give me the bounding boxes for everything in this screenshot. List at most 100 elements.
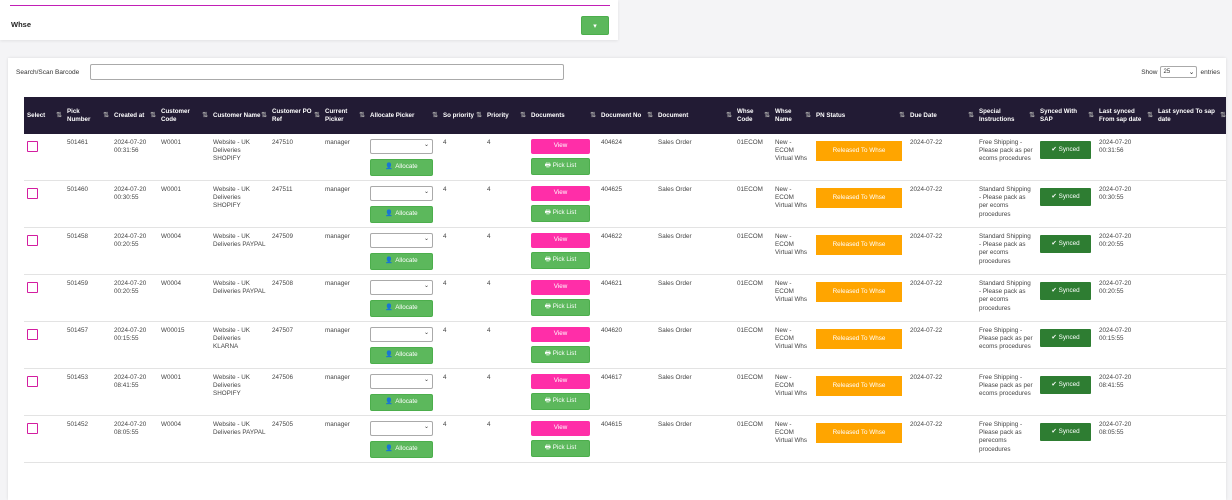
view-button[interactable]: View — [531, 233, 590, 248]
column-header[interactable]: Customer PO Ref ⇅ — [269, 97, 322, 134]
column-header[interactable]: Special Instructions ⇅ — [976, 97, 1037, 134]
column-header[interactable]: Select ⇅ — [24, 97, 64, 134]
column-header[interactable]: Pick Number ⇅ — [64, 97, 111, 134]
search-barcode-input[interactable] — [90, 64, 564, 80]
column-header[interactable]: PN Status ⇅ — [813, 97, 907, 134]
sort-icon[interactable]: ⇅ — [314, 111, 320, 119]
sort-icon[interactable]: ⇅ — [1029, 111, 1035, 119]
row-select-checkbox[interactable] — [27, 329, 38, 340]
view-button[interactable]: View — [531, 374, 590, 389]
view-button[interactable]: View — [531, 186, 590, 201]
column-header[interactable]: Last synced From sap date ⇅ — [1096, 97, 1155, 134]
customer-code-cell: W00015 — [158, 322, 210, 369]
pick-list-button[interactable]: 🖶 Pick List — [531, 393, 590, 410]
allocate-picker-select[interactable]: ⌄ — [370, 327, 433, 342]
column-header[interactable]: Priority ⇅ — [484, 97, 528, 134]
allocate-button[interactable]: 👤 Allocate — [370, 206, 433, 223]
allocate-picker-select[interactable]: ⌄ — [370, 186, 433, 201]
table-body: 501461 2024-07-20 00:31:56 W0001 Website… — [24, 134, 1226, 463]
view-label: View — [553, 283, 568, 291]
column-header[interactable]: Synced With SAP ⇅ — [1037, 97, 1096, 134]
row-select-checkbox[interactable] — [27, 376, 38, 387]
pick-list-button[interactable]: 🖶 Pick List — [531, 205, 590, 222]
po-ref-cell: 247506 — [269, 369, 322, 416]
sort-icon[interactable]: ⇅ — [150, 111, 156, 119]
chevron-down-icon: ⌄ — [423, 142, 429, 148]
column-header[interactable]: Whse Code ⇅ — [734, 97, 772, 134]
column-header[interactable]: Created at ⇅ — [111, 97, 158, 134]
pick-list-button[interactable]: 🖶 Pick List — [531, 346, 590, 363]
view-button[interactable]: View — [531, 139, 590, 154]
current-picker: manager — [325, 233, 350, 240]
allocate-picker-select[interactable]: ⌄ — [370, 374, 433, 389]
sort-icon[interactable]: ⇅ — [432, 111, 438, 119]
column-header[interactable]: Document ⇅ — [655, 97, 734, 134]
allocate-button[interactable]: 👤 Allocate — [370, 441, 433, 458]
allocate-button[interactable]: 👤 Allocate — [370, 394, 433, 411]
column-header-label: Special Instructions — [979, 108, 1015, 123]
sort-icon[interactable]: ⇅ — [520, 111, 526, 119]
view-button[interactable]: View — [531, 327, 590, 342]
sort-icon[interactable]: ⇅ — [56, 111, 62, 119]
sort-icon[interactable]: ⇅ — [590, 111, 596, 119]
column-header[interactable]: Due Date ⇅ — [907, 97, 976, 134]
allocate-picker-select[interactable]: ⌄ — [370, 233, 433, 248]
allocate-picker-select[interactable]: ⌄ — [370, 280, 433, 295]
table-row: 501458 2024-07-20 00:20:55 W0004 Website… — [24, 228, 1226, 275]
row-select-checkbox[interactable] — [27, 423, 38, 434]
select-cell — [24, 416, 64, 463]
sort-icon[interactable]: ⇅ — [764, 111, 770, 119]
allocate-button[interactable]: 👤 Allocate — [370, 253, 433, 270]
print-icon: 🖶 — [544, 397, 551, 405]
pick-list-button[interactable]: 🖶 Pick List — [531, 299, 590, 316]
row-select-checkbox[interactable] — [27, 188, 38, 199]
whse-dropdown-button[interactable]: ▾ — [581, 16, 609, 35]
column-header[interactable]: Customer Name ⇅ — [210, 97, 269, 134]
allocate-button[interactable]: 👤 Allocate — [370, 347, 433, 364]
column-header[interactable]: Document No ⇅ — [598, 97, 655, 134]
sort-icon[interactable]: ⇅ — [359, 111, 365, 119]
page-length-select[interactable]: 25 ⌄ — [1160, 66, 1198, 78]
sort-icon[interactable]: ⇅ — [647, 111, 653, 119]
sort-icon[interactable]: ⇅ — [476, 111, 482, 119]
allocate-picker-select[interactable]: ⌄ — [370, 139, 433, 154]
sort-icon[interactable]: ⇅ — [1220, 111, 1226, 119]
sort-icon[interactable]: ⇅ — [899, 111, 905, 119]
pick-list-button[interactable]: 🖶 Pick List — [531, 440, 590, 457]
row-select-checkbox[interactable] — [27, 141, 38, 152]
last-synced-from: 2024-07-20 00:31:56 — [1099, 139, 1132, 155]
sort-icon[interactable]: ⇅ — [805, 111, 811, 119]
column-header[interactable]: Documents ⇅ — [528, 97, 598, 134]
sort-icon[interactable]: ⇅ — [1088, 111, 1094, 119]
synced-cell: ✔ Synced — [1037, 275, 1096, 322]
allocate-button[interactable]: 👤 Allocate — [370, 159, 433, 176]
row-select-checkbox[interactable] — [27, 235, 38, 246]
column-header[interactable]: Current Picker ⇅ — [322, 97, 367, 134]
sort-icon[interactable]: ⇅ — [202, 111, 208, 119]
column-header[interactable]: Whse Name ⇅ — [772, 97, 813, 134]
sort-icon[interactable]: ⇅ — [726, 111, 732, 119]
sort-icon[interactable]: ⇅ — [968, 111, 974, 119]
due-date-cell: 2024-07-22 — [907, 322, 976, 369]
page-length-control: Show 25 ⌄ entries — [1141, 66, 1220, 78]
pick-list-button[interactable]: 🖶 Pick List — [531, 252, 590, 269]
document-cell: Sales Order — [655, 416, 734, 463]
column-header[interactable]: So priority ⇅ — [440, 97, 484, 134]
po-ref-cell: 247505 — [269, 416, 322, 463]
document-cell: Sales Order — [655, 322, 734, 369]
view-button[interactable]: View — [531, 421, 590, 436]
sort-icon[interactable]: ⇅ — [261, 111, 267, 119]
row-select-checkbox[interactable] — [27, 282, 38, 293]
priority: 4 — [487, 421, 491, 428]
column-header[interactable]: Customer Code ⇅ — [158, 97, 210, 134]
pick-list-button[interactable]: 🖶 Pick List — [531, 158, 590, 175]
sort-icon[interactable]: ⇅ — [103, 111, 109, 119]
view-label: View — [553, 236, 568, 244]
sort-icon[interactable]: ⇅ — [1147, 111, 1153, 119]
view-button[interactable]: View — [531, 280, 590, 295]
select-cell — [24, 181, 64, 228]
column-header[interactable]: Last synced To sap date ⇅ — [1155, 97, 1226, 134]
allocate-button[interactable]: 👤 Allocate — [370, 300, 433, 317]
allocate-picker-select[interactable]: ⌄ — [370, 421, 433, 436]
column-header[interactable]: Allocate Picker ⇅ — [367, 97, 440, 134]
